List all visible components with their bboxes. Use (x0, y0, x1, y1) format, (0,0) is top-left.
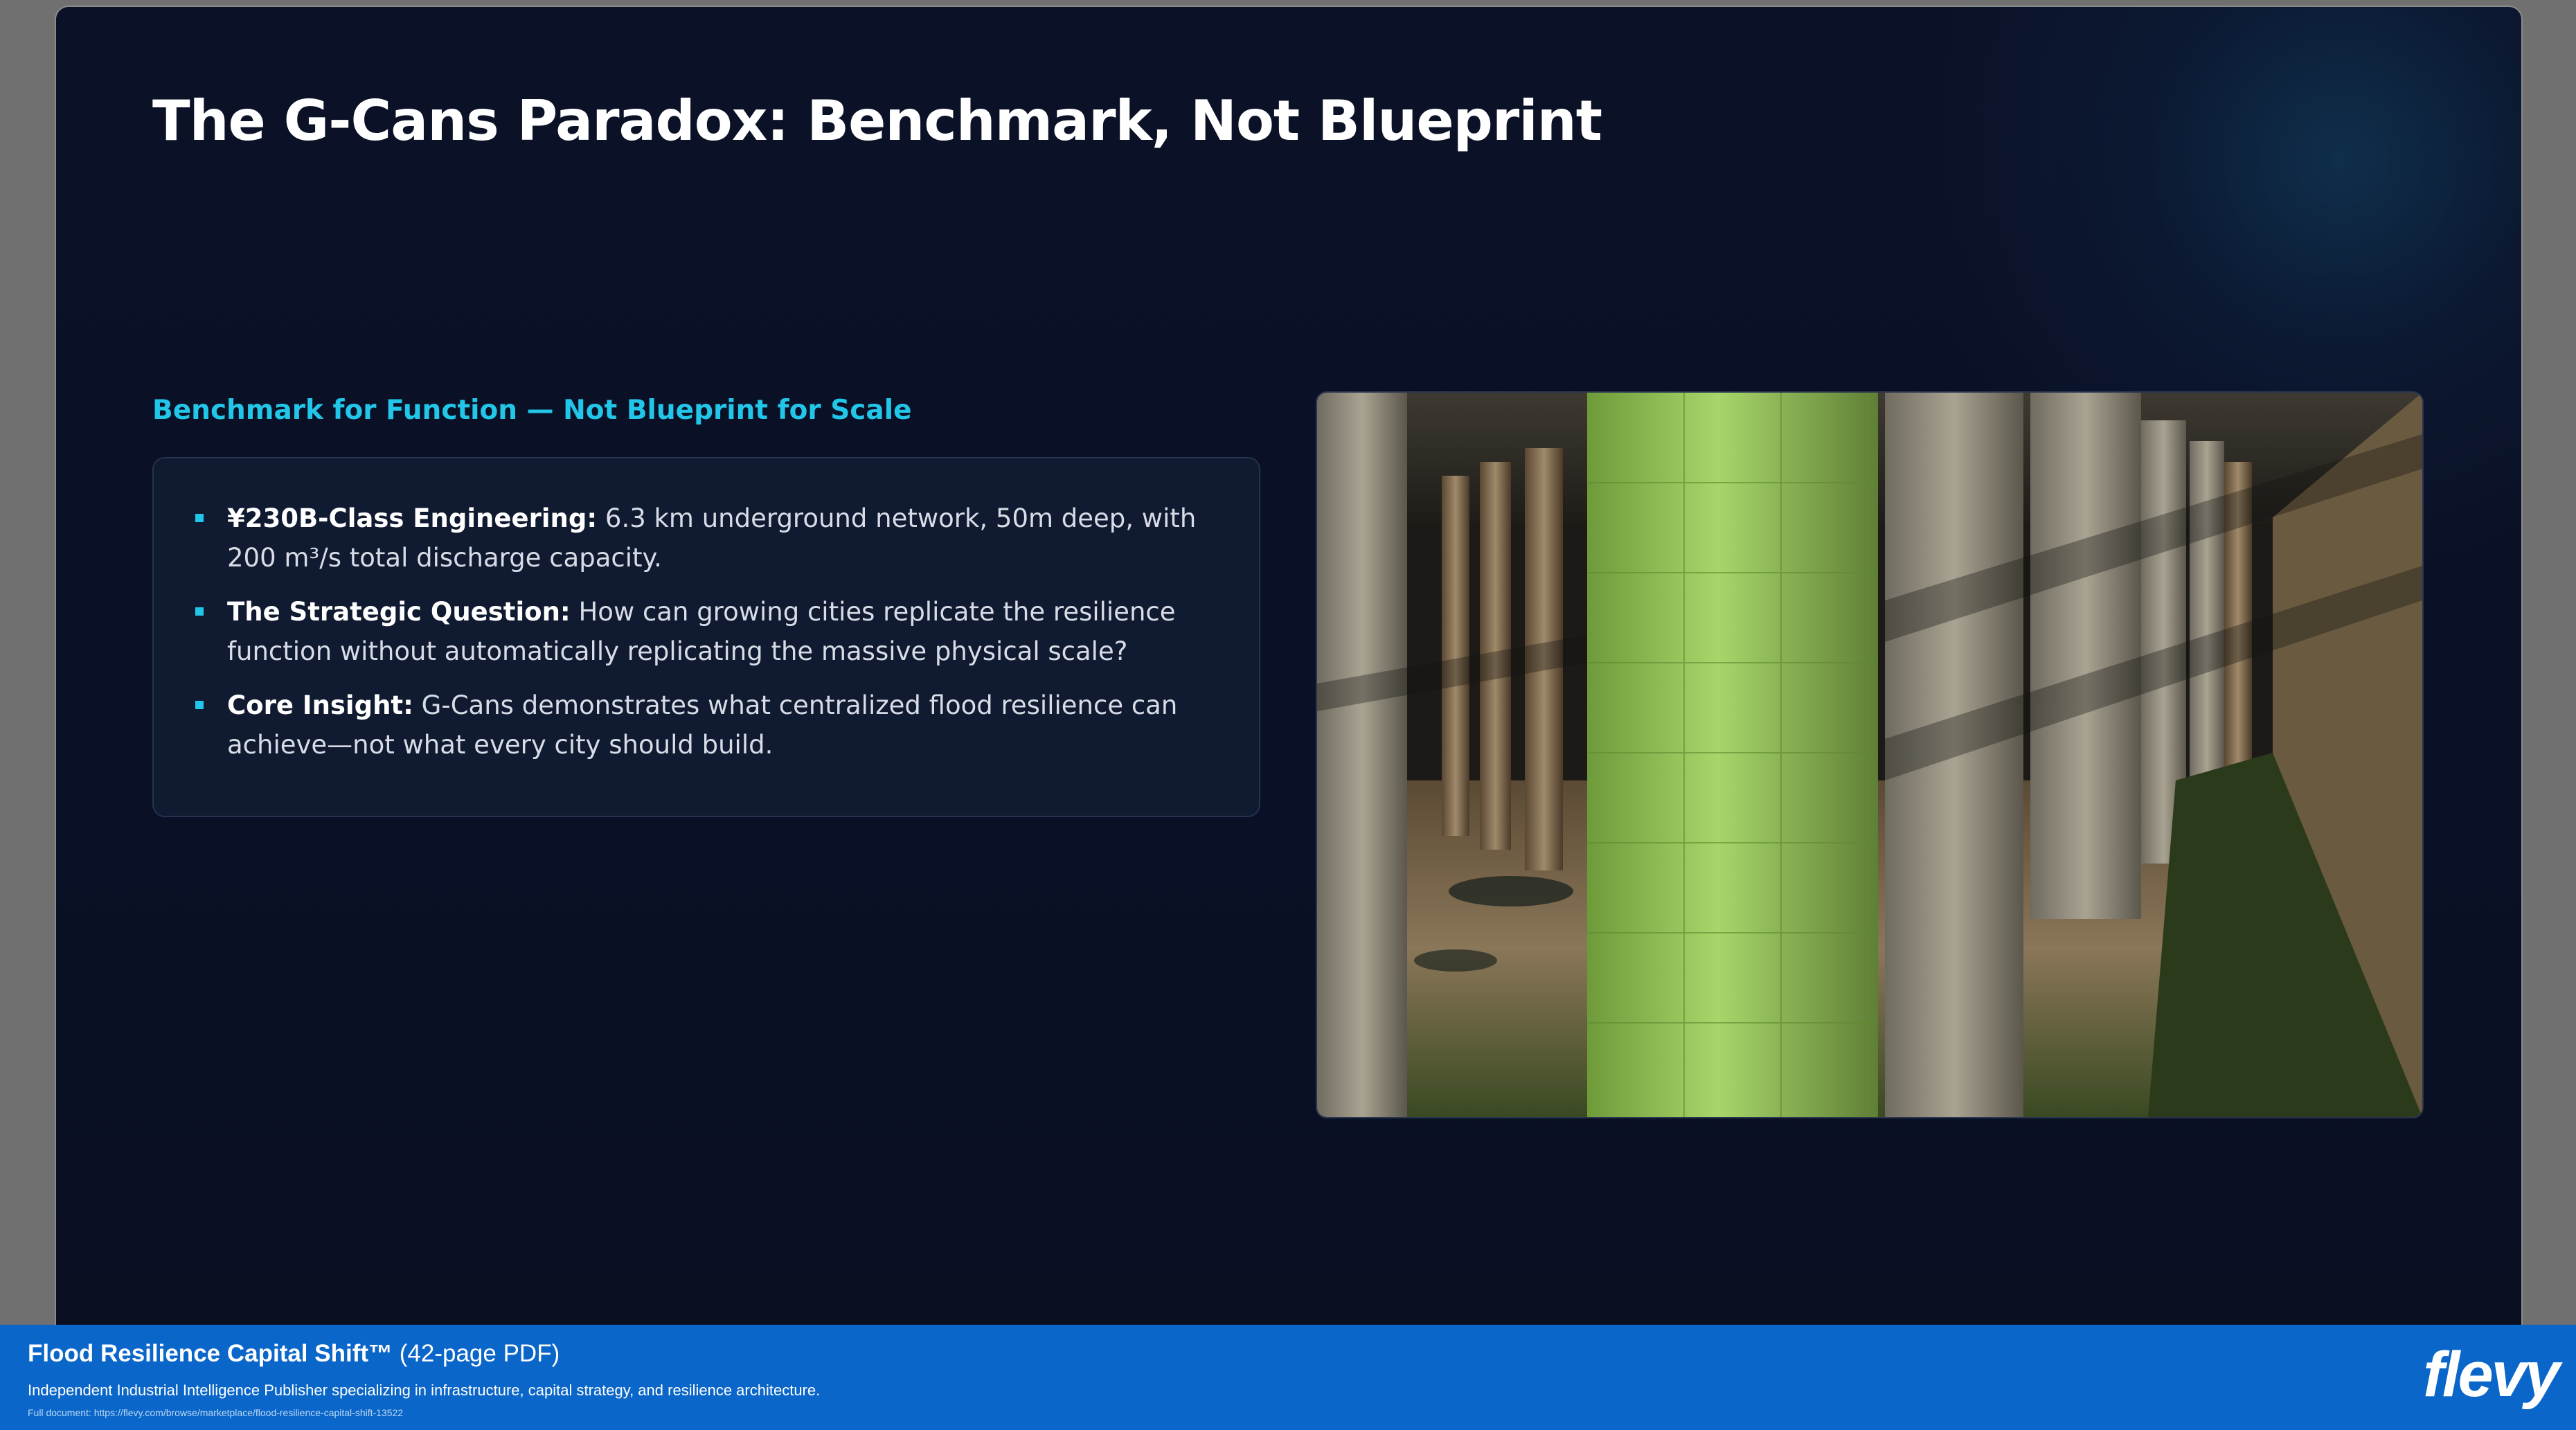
document-viewer: The G-Cans Paradox: Benchmark, Not Bluep… (0, 0, 2576, 1430)
section-heading: Benchmark for Function — Not Blueprint f… (152, 395, 912, 426)
footer-description: Independent Industrial Intelligence Publ… (28, 1382, 821, 1399)
underground-tunnel-photo (1316, 391, 2424, 1118)
bullet-lead: The Strategic Question: (227, 597, 571, 627)
bullet-square-icon (195, 701, 204, 709)
bullet-list: ¥230B-Class Engineering: 6.3 km undergro… (195, 499, 1234, 779)
tunnel-illustration (1317, 393, 2422, 1117)
bullet-square-icon (195, 514, 204, 522)
bullet-square-icon (195, 607, 204, 616)
footer-document-title: Flood Resilience Capital Shift™ (28, 1340, 393, 1367)
footer-page-count: (42-page PDF) (393, 1340, 560, 1367)
bullet-item: Core Insight: G-Cans demonstrates what c… (195, 686, 1234, 765)
bullet-card: ¥230B-Class Engineering: 6.3 km undergro… (152, 457, 1260, 817)
footer-banner: Flood Resilience Capital Shift™ (42-page… (0, 1325, 2576, 1430)
bullet-lead: Core Insight: (227, 690, 413, 720)
bullet-item: ¥230B-Class Engineering: 6.3 km undergro… (195, 499, 1234, 578)
footer-title[interactable]: Flood Resilience Capital Shift™ (42-page… (28, 1340, 560, 1368)
flevy-logo[interactable]: flevy (2423, 1339, 2560, 1411)
slide: The G-Cans Paradox: Benchmark, Not Bluep… (56, 7, 2521, 1378)
slide-title: The G-Cans Paradox: Benchmark, Not Bluep… (152, 89, 1602, 153)
bullet-item: The Strategic Question: How can growing … (195, 592, 1234, 671)
bullet-lead: ¥230B-Class Engineering: (227, 503, 598, 533)
footer-document-link[interactable]: Full document: https://flevy.com/browse/… (28, 1407, 403, 1418)
